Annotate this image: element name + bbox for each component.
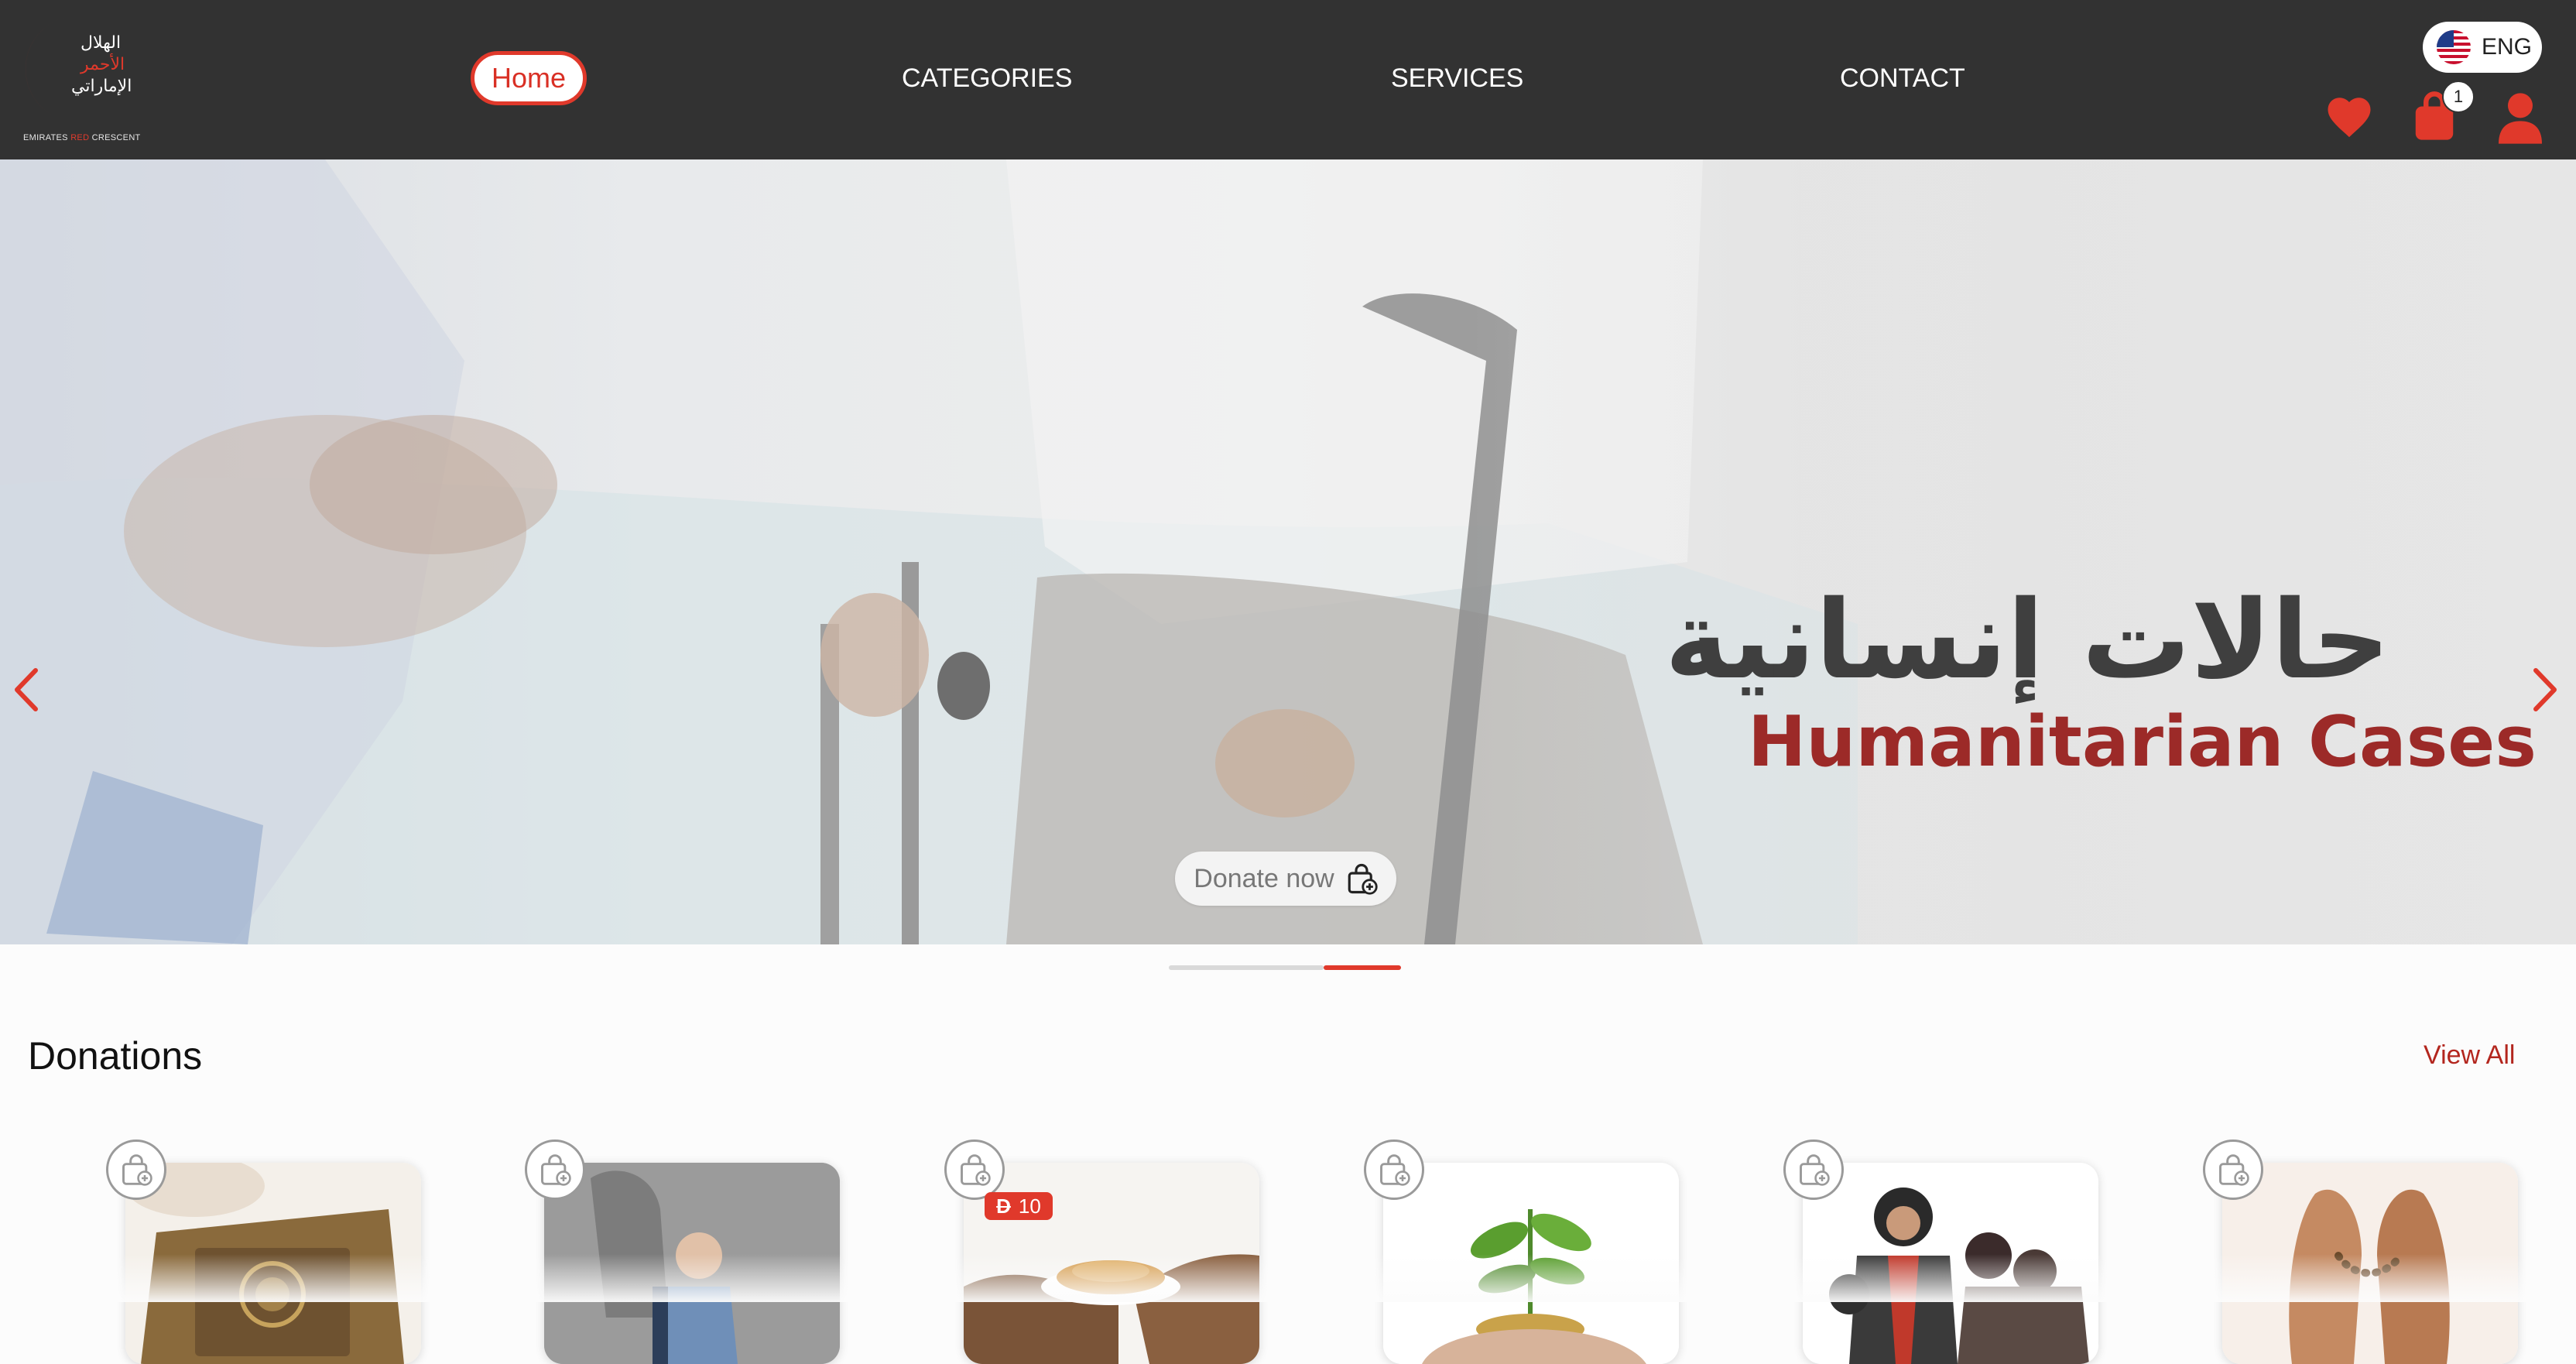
language-label: ENG [2482,34,2533,60]
bag-plus-icon [1348,863,1378,895]
nav-services[interactable]: SERVICES [1391,63,1523,94]
donate-now-label: Donate now [1194,863,1334,893]
donation-card-child-education[interactable] [544,1163,840,1364]
price-badge: D 10 [985,1192,1053,1220]
carousel-indicator-active[interactable] [1324,965,1401,970]
us-flag-icon [2437,30,2471,64]
carousel-prev-arrow[interactable] [8,663,46,717]
add-to-cart-bag-icon[interactable] [944,1140,1005,1200]
donation-card-quran[interactable] [125,1163,421,1364]
add-to-cart-bag-icon[interactable] [525,1140,585,1200]
carousel-indicator-track[interactable] [1169,965,1324,970]
cart-count-badge: 1 [2442,81,2475,113]
favorites-heart-icon[interactable] [2324,91,2375,142]
price-amount: 10 [1018,1194,1041,1218]
top-navbar: الهلال الأحمر الإماراتي EMIRATES RED CRE… [0,0,2576,159]
language-switcher[interactable]: ENG [2423,22,2542,73]
donation-card-family-relief[interactable] [1803,1163,2098,1364]
family-relief-image [1803,1163,2098,1364]
chevron-left-icon [15,668,38,711]
donations-heading: Donations [28,1034,203,1078]
donation-card-prayer[interactable] [2222,1163,2518,1364]
add-to-cart-bag-icon[interactable] [1364,1140,1424,1200]
nav-contact[interactable]: CONTACT [1840,63,1965,94]
add-to-cart-bag-icon[interactable] [2203,1140,2263,1200]
donation-card-sapling[interactable] [1383,1163,1679,1364]
sapling-coins-image [1383,1163,1679,1364]
user-account-icon[interactable] [2496,90,2545,144]
prayer-hands-image [2222,1163,2518,1364]
hero-background-image [0,159,2576,944]
donate-now-button[interactable]: Donate now [1175,852,1396,906]
child-image [544,1163,840,1364]
hero-title-english: Humanitarian Cases [1748,701,2537,783]
add-to-cart-bag-icon[interactable] [106,1140,166,1200]
nav-home[interactable]: Home [471,51,587,105]
view-all-link[interactable]: View All [2424,1040,2515,1071]
dirham-currency-icon: D [996,1194,1011,1218]
chevron-right-icon [2533,668,2557,711]
add-to-cart-bag-icon[interactable] [1783,1140,1844,1200]
nav-categories[interactable]: CATEGORIES [902,63,1072,94]
hero-banner: حالات إنسانية Humanitarian Cases Donate … [0,159,2576,944]
hero-title-arabic: حالات إنسانية [1664,577,2390,704]
quran-image [125,1163,421,1364]
carousel-next-arrow[interactable] [2525,663,2564,717]
main-nav: Home CATEGORIES SERVICES CONTACT [0,0,2576,159]
